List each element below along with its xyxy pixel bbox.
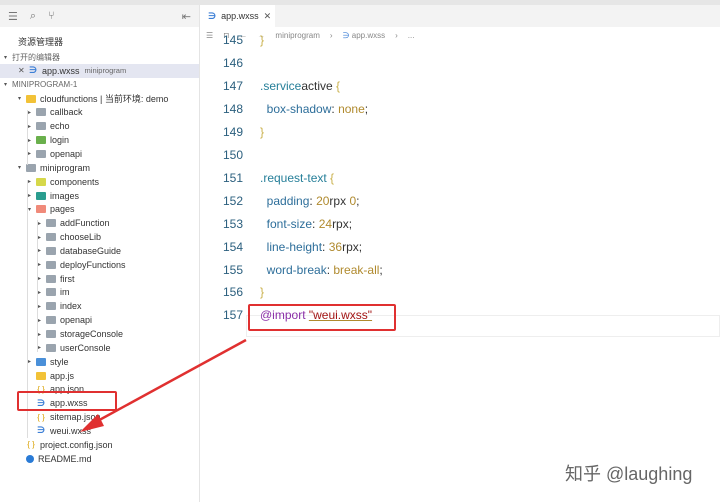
watermark: 知乎 @laughing: [565, 464, 693, 484]
red-arrow: [80, 338, 247, 432]
